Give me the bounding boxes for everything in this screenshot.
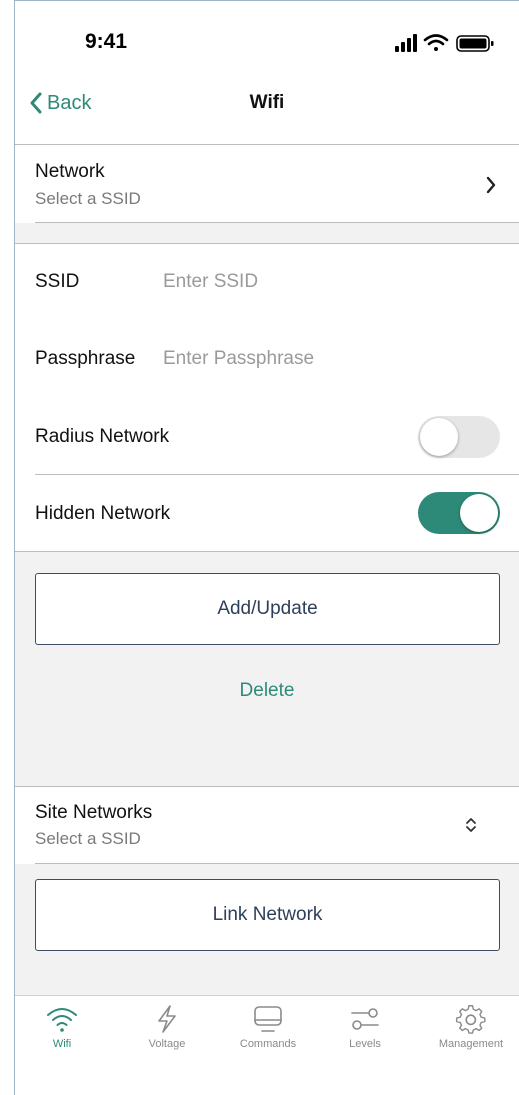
toggle-knob bbox=[420, 418, 458, 456]
site-networks-title: Site Networks bbox=[35, 802, 153, 823]
tab-label: Voltage bbox=[148, 1038, 186, 1050]
hidden-network-label: Hidden Network bbox=[35, 503, 171, 524]
delete-button[interactable]: Delete bbox=[0, 680, 519, 702]
navigation-bar: Back Wifi bbox=[15, 80, 519, 144]
passphrase-input[interactable] bbox=[163, 345, 493, 373]
tab-label: Levels bbox=[349, 1038, 381, 1050]
tab-label: Commands bbox=[239, 1038, 297, 1050]
status-bar: 9:41 bbox=[15, 0, 519, 80]
ssid-label: SSID bbox=[35, 271, 80, 292]
tab-label: Wifi bbox=[52, 1038, 72, 1050]
passphrase-label: Passphrase bbox=[35, 348, 136, 369]
link-network-button[interactable]: Link Network bbox=[35, 879, 500, 951]
monitor-icon bbox=[254, 1006, 282, 1032]
status-icons bbox=[395, 34, 494, 52]
tab-voltage[interactable]: Voltage bbox=[122, 1004, 212, 1050]
site-networks-subtitle: Select a SSID bbox=[35, 829, 141, 848]
hidden-network-toggle[interactable] bbox=[418, 492, 500, 534]
page-title: Wifi bbox=[249, 92, 285, 113]
tab-wifi[interactable]: Wifi bbox=[17, 1004, 107, 1050]
radius-network-toggle[interactable] bbox=[418, 416, 500, 458]
battery-icon bbox=[456, 35, 494, 52]
chevron-right-icon bbox=[486, 176, 496, 194]
status-time: 9:41 bbox=[85, 30, 128, 53]
cellular-signal-icon bbox=[395, 34, 417, 52]
site-networks-row[interactable]: Site Networks Select a SSID bbox=[15, 787, 519, 863]
network-row[interactable]: Network Select a SSID bbox=[15, 145, 519, 222]
ssid-input[interactable] bbox=[163, 268, 493, 296]
lightning-icon bbox=[158, 1005, 176, 1033]
wifi-icon bbox=[47, 1008, 77, 1032]
section-spacer bbox=[15, 223, 519, 243]
chevron-up-down-icon bbox=[466, 818, 476, 832]
tab-management[interactable]: Management bbox=[426, 1004, 516, 1050]
toggle-knob bbox=[460, 494, 498, 532]
gear-icon bbox=[455, 1005, 486, 1034]
tab-levels[interactable]: Levels bbox=[320, 1004, 410, 1050]
tab-bar: Wifi Voltage Commands Levels Management bbox=[15, 995, 519, 1064]
sliders-icon bbox=[351, 1008, 379, 1030]
wifi-status-icon bbox=[423, 34, 449, 51]
divider bbox=[15, 243, 519, 244]
network-title: Network bbox=[35, 161, 105, 182]
tab-label: Management bbox=[438, 1038, 504, 1050]
divider bbox=[35, 474, 519, 475]
add-update-button[interactable]: Add/Update bbox=[35, 573, 500, 645]
radius-network-label: Radius Network bbox=[35, 426, 170, 447]
tab-commands[interactable]: Commands bbox=[223, 1004, 313, 1050]
network-subtitle: Select a SSID bbox=[35, 189, 141, 208]
